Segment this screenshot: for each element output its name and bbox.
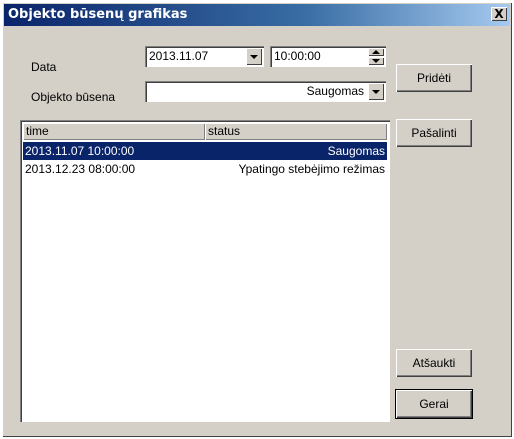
column-header-time[interactable]: time: [23, 123, 205, 140]
spin-up-icon[interactable]: [368, 48, 384, 56]
date-dropdown-button[interactable]: [246, 48, 262, 65]
dialog-window: Objekto būsenų grafikas X Data 2013.11.0…: [2, 2, 512, 437]
schedule-table[interactable]: time status 2013.11.07 10:00:00 Saugomas…: [20, 120, 390, 422]
close-button[interactable]: X: [491, 7, 507, 21]
title-bar[interactable]: Objekto būsenų grafikas X: [4, 4, 510, 26]
state-select[interactable]: Saugomas: [145, 81, 386, 102]
state-value: Saugomas: [306, 84, 364, 98]
time-field[interactable]: 10:00:00: [270, 46, 386, 67]
cell-status: Ypatingo stebėjimo režimas: [238, 162, 385, 176]
spin-down-icon[interactable]: [368, 57, 384, 65]
window-title: Objekto būsenų grafikas: [8, 7, 188, 22]
cell-time: 2013.11.07 10:00:00: [25, 144, 135, 158]
table-row[interactable]: 2013.12.23 08:00:00 Ypatingo stebėjimo r…: [23, 160, 387, 178]
date-value: 2013.11.07: [149, 49, 209, 63]
close-icon: X: [494, 7, 504, 21]
state-label: Objekto būsena: [31, 90, 116, 104]
date-label: Data: [31, 60, 57, 74]
add-button[interactable]: Pridėti: [396, 64, 472, 92]
cancel-button[interactable]: Atšaukti: [396, 349, 472, 377]
time-value: 10:00:00: [274, 49, 321, 63]
remove-button[interactable]: Pašalinti: [396, 119, 472, 147]
table-row[interactable]: 2013.11.07 10:00:00 Saugomas: [23, 142, 387, 160]
state-dropdown-button[interactable]: [368, 83, 384, 100]
time-spinner[interactable]: [368, 48, 384, 65]
cell-status: Saugomas: [327, 144, 385, 158]
cell-time: 2013.12.23 08:00:00: [25, 162, 136, 176]
date-picker[interactable]: 2013.11.07: [145, 46, 264, 67]
ok-button[interactable]: Gerai: [395, 389, 473, 419]
column-header-status[interactable]: status: [205, 123, 387, 140]
